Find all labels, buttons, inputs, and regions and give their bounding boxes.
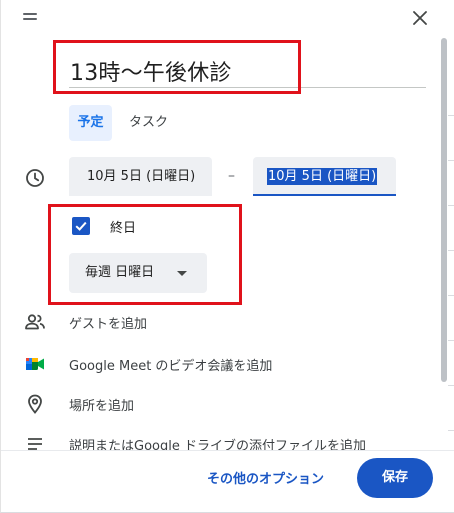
end-date-button[interactable]: 10月 5日 (日曜日) (253, 157, 396, 196)
close-icon (413, 11, 427, 25)
clock-icon (26, 169, 44, 187)
highlight-box-all-day (48, 204, 242, 305)
date-range-separator: – (228, 168, 235, 184)
people-icon (25, 314, 45, 330)
tab-task[interactable]: タスク (129, 105, 168, 141)
dialog-footer: その他のオプション 保存 (1, 450, 454, 512)
background-grid-line (448, 340, 454, 341)
scrollbar-thumb[interactable] (441, 38, 447, 382)
google-meet-icon (26, 358, 44, 370)
save-button[interactable]: 保存 (357, 458, 433, 498)
add-location-row[interactable]: 場所を追加 (1, 389, 431, 419)
location-pin-icon (28, 394, 42, 414)
add-guests-row[interactable]: ゲストを追加 (1, 307, 431, 337)
background-calendar-edge (448, 0, 454, 512)
background-grid-line (448, 385, 454, 386)
highlight-box-title (53, 40, 301, 94)
close-button[interactable] (406, 4, 434, 32)
add-location-label: 場所を追加 (69, 399, 135, 414)
background-grid-line (448, 160, 454, 161)
background-grid-line (448, 115, 454, 116)
background-grid-line (448, 250, 454, 251)
drag-handle-bar (23, 18, 37, 20)
add-meet-label: Google Meet のビデオ会議を追加 (69, 359, 273, 374)
background-grid-line (448, 205, 454, 206)
drag-handle-icon[interactable] (23, 12, 39, 22)
start-date-text: 10月 5日 (日曜日) (87, 169, 196, 184)
background-grid-line (448, 295, 454, 296)
end-date-text: 10月 5日 (日曜日) (267, 168, 378, 185)
tab-event[interactable]: 予定 (69, 105, 112, 141)
more-options-button[interactable]: その他のオプション (207, 468, 324, 492)
event-quick-create-dialog: 13時〜午後休診 予定 タスク 10月 5日 (日曜日) – 10月 5日 (日… (0, 0, 454, 513)
background-grid-line (448, 430, 454, 431)
add-guests-label: ゲストを追加 (69, 317, 148, 332)
start-date-button[interactable]: 10月 5日 (日曜日) (69, 157, 212, 196)
add-meet-row[interactable]: Google Meet のビデオ会議を追加 (1, 349, 431, 379)
drag-handle-bar (23, 13, 37, 15)
